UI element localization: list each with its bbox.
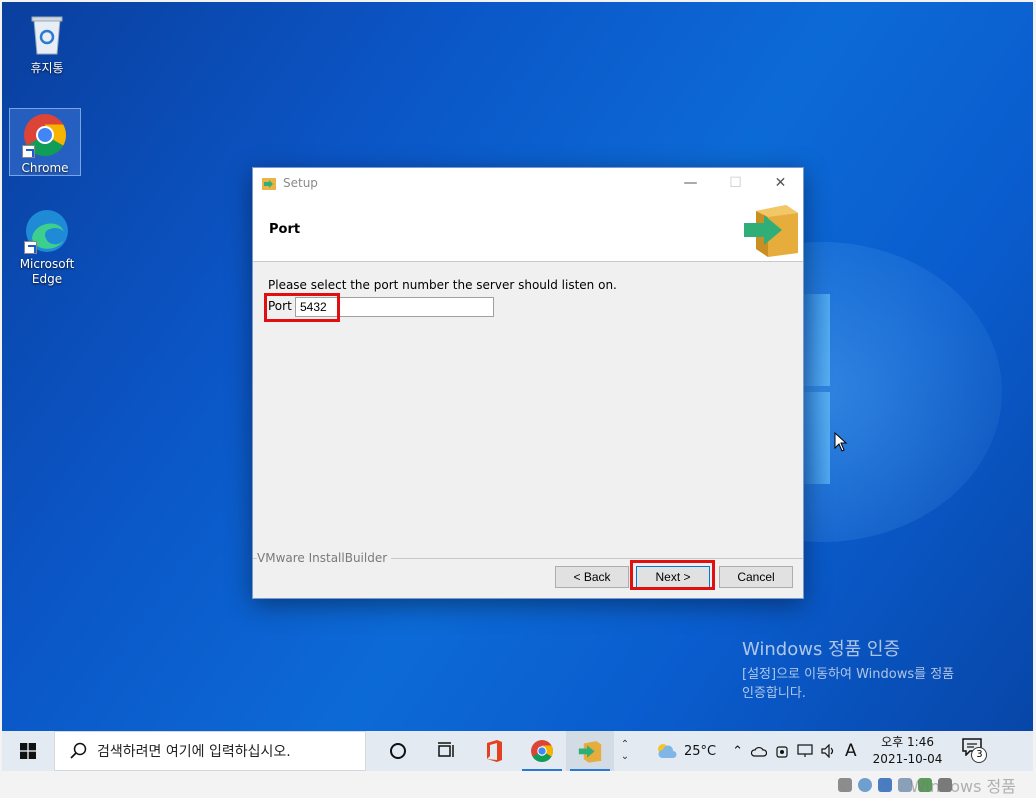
search-placeholder: 검색하려면 여기에 입력하십시오. bbox=[97, 744, 291, 760]
activation-title: Windows 정품 인증 bbox=[742, 639, 901, 660]
tray-overflow-icon[interactable]: ⌃ bbox=[732, 744, 743, 759]
weather-widget[interactable]: 25°C bbox=[654, 742, 716, 760]
taskbar-chrome[interactable] bbox=[518, 731, 566, 771]
chrome-shortcut[interactable]: Chrome bbox=[9, 108, 81, 176]
vm-cd-icon[interactable] bbox=[858, 778, 872, 792]
edge-shortcut[interactable]: Microsoft Edge bbox=[11, 208, 83, 287]
volume-icon[interactable] bbox=[821, 744, 837, 758]
vm-status-ghost-text: Windows 정품 bbox=[910, 777, 1016, 796]
office-icon bbox=[487, 740, 502, 762]
activation-watermark: Windows 정품 인증 [설정]으로 이동하여 Windows를 정품 인증… bbox=[742, 635, 954, 703]
windows-logo-pane-bottom bbox=[800, 392, 830, 484]
vm-network-icon[interactable] bbox=[878, 778, 892, 792]
chevron-up-icon: ⌃ bbox=[620, 739, 630, 750]
cortana-circle-icon bbox=[390, 743, 406, 759]
search-icon bbox=[70, 742, 87, 759]
vm-disk-icon[interactable] bbox=[838, 778, 852, 792]
minimize-button[interactable]: — bbox=[668, 168, 713, 198]
weather-temperature: 25°C bbox=[684, 743, 717, 759]
clock-date: 2021-10-04 bbox=[872, 752, 943, 766]
taskbar-office[interactable] bbox=[470, 731, 518, 771]
windows-start-icon bbox=[20, 743, 36, 759]
shortcut-arrow-icon bbox=[24, 241, 37, 254]
windows-logo-pane-top bbox=[800, 294, 830, 386]
vm-status-bar: Windows 정품 bbox=[0, 773, 1036, 798]
maximize-button[interactable]: ☐ bbox=[713, 168, 758, 198]
next-highlight-box bbox=[630, 560, 715, 590]
taskbar-scroll[interactable]: ⌃ ⌄ bbox=[614, 731, 636, 771]
taskbar-setup[interactable] bbox=[566, 731, 614, 771]
activation-line-1: [설정]으로 이동하여 Windows를 정품 bbox=[742, 667, 955, 682]
close-button[interactable]: ✕ bbox=[758, 168, 803, 198]
chrome-icon bbox=[22, 112, 68, 158]
port-prompt: Please select the port number the server… bbox=[268, 278, 617, 292]
clock-time: 오후 1:46 bbox=[881, 735, 934, 749]
task-view-icon bbox=[438, 742, 454, 757]
edge-label: Microsoft Edge bbox=[19, 257, 75, 286]
taskbar-clock[interactable]: 오후 1:46 2021-10-04 bbox=[873, 734, 943, 768]
ime-indicator[interactable]: A bbox=[845, 741, 857, 761]
page-header: Port bbox=[253, 198, 803, 262]
notification-count: 3 bbox=[971, 747, 988, 763]
meet-now-icon[interactable] bbox=[775, 743, 789, 759]
setup-window: Setup — ☐ ✕ Port Please select the port … bbox=[252, 167, 804, 599]
chrome-icon bbox=[531, 740, 553, 762]
task-view-button[interactable] bbox=[422, 731, 470, 771]
recycle-bin-label: 휴지통 bbox=[30, 61, 64, 75]
notification-button[interactable]: 3 bbox=[962, 738, 988, 764]
installer-app-icon bbox=[262, 178, 276, 190]
system-tray: ⌃ A bbox=[732, 741, 857, 761]
chevron-down-icon: ⌄ bbox=[620, 751, 630, 762]
installer-box-icon bbox=[578, 741, 602, 763]
recycle-bin-icon bbox=[24, 12, 70, 58]
mouse-cursor-icon bbox=[834, 432, 848, 452]
weather-cloud-icon bbox=[658, 744, 677, 758]
onedrive-icon[interactable] bbox=[751, 745, 768, 757]
installer-box-icon bbox=[744, 205, 798, 257]
activation-line-2: 인증합니다. bbox=[742, 686, 806, 701]
page-title: Port bbox=[269, 222, 301, 237]
cancel-button[interactable]: Cancel bbox=[719, 566, 793, 588]
port-highlight-box bbox=[264, 293, 340, 322]
window-title: Setup bbox=[283, 176, 318, 190]
back-button[interactable]: < Back bbox=[555, 566, 629, 588]
recycle-bin-shortcut[interactable]: 휴지통 bbox=[11, 12, 83, 76]
taskbar-search[interactable]: 검색하려면 여기에 입력하십시오. bbox=[54, 731, 366, 771]
network-icon[interactable] bbox=[797, 744, 813, 758]
edge-icon bbox=[24, 208, 70, 254]
vm-frame: 휴지통 Chrome Microsoft Edge Windows 정품 인증 … bbox=[0, 0, 1036, 798]
title-bar[interactable]: Setup — ☐ ✕ bbox=[253, 168, 803, 198]
taskbar: 검색하려면 여기에 입력하십시오. ⌃ ⌄ 25°C ⌃ A 오후 1:46 2… bbox=[2, 731, 1033, 771]
chrome-label: Chrome bbox=[21, 161, 69, 175]
brand-label: VMware InstallBuilder bbox=[257, 551, 392, 565]
start-button[interactable] bbox=[2, 731, 54, 771]
shortcut-arrow-icon bbox=[22, 145, 35, 158]
cortana-button[interactable] bbox=[374, 731, 422, 771]
